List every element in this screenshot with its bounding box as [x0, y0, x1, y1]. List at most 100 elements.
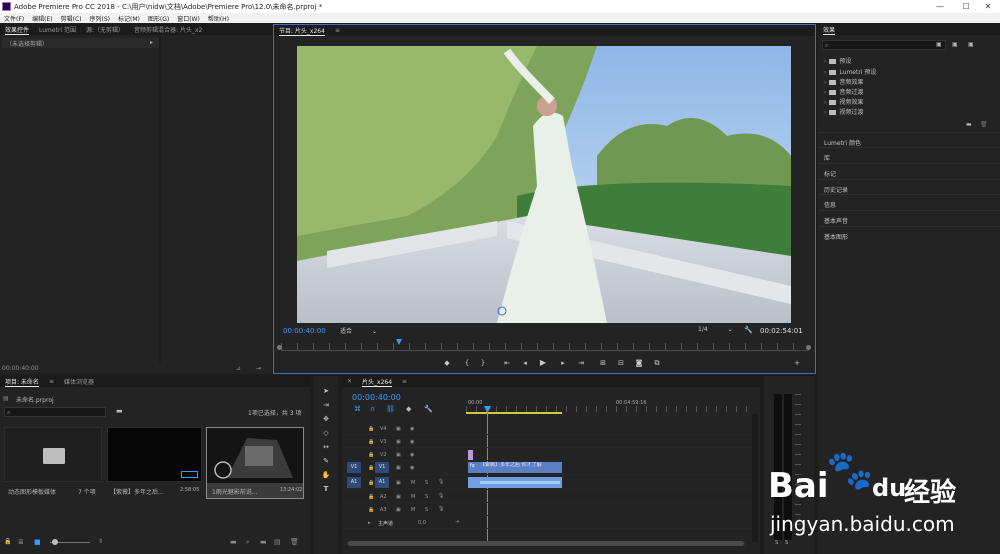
ripple-edit-tool-icon[interactable]: ✥ — [321, 414, 331, 424]
effects-title[interactable]: 效果 — [818, 25, 840, 34]
lock-icon[interactable]: 🔒 — [368, 439, 374, 445]
lock-icon[interactable]: 🔒 — [368, 480, 374, 486]
timeline-timecode[interactable]: 00:00:40:00 — [352, 393, 401, 402]
32bit-effects-icon[interactable]: ▣ — [952, 41, 958, 48]
section-markers[interactable]: 标记 — [818, 163, 1000, 178]
mark-in-icon[interactable]: { — [462, 358, 472, 368]
lock-icon[interactable]: 🔒 — [368, 452, 374, 458]
timeline-scroll-thumb[interactable] — [348, 541, 744, 546]
mark-out-icon[interactable]: } — [478, 358, 488, 368]
menu-help[interactable]: 帮助(H) — [208, 14, 229, 23]
section-lumetri-color[interactable]: Lumetri 颜色 — [818, 132, 1000, 147]
tab-project[interactable]: 项目: 未命名 — [0, 377, 44, 386]
step-back-icon[interactable]: ◂ — [520, 358, 530, 368]
type-tool-icon[interactable]: T — [321, 484, 331, 494]
program-timecode[interactable]: 00:00:40:00 — [283, 327, 326, 335]
scrub-end-handle[interactable] — [806, 345, 811, 350]
master-lock-icon[interactable]: ▸ — [368, 520, 371, 526]
minimize-button[interactable]: — — [928, 0, 952, 13]
program-scrub-bar[interactable] — [281, 343, 809, 351]
lock-icon[interactable]: 🔒 — [368, 494, 374, 500]
track-v3[interactable] — [342, 435, 752, 448]
microphone-icon[interactable]: 🎙 — [438, 479, 444, 485]
sync-lock-icon[interactable]: ▣ — [396, 507, 401, 513]
sync-lock-icon[interactable]: ▣ — [396, 494, 401, 500]
track-a3[interactable] — [342, 503, 752, 516]
clear-icon[interactable]: 🗑 — [290, 538, 299, 546]
project-menu-icon[interactable]: ≡ — [44, 378, 59, 385]
solo-button-a3[interactable]: S — [425, 507, 428, 513]
eye-icon[interactable]: ◉ — [410, 439, 414, 445]
add-button-icon[interactable]: + — [792, 358, 802, 368]
project-item-clip-1[interactable] — [107, 427, 202, 482]
project-search-input[interactable]: ⌕ — [4, 407, 106, 417]
track-v2[interactable] — [342, 448, 752, 461]
source-patch-a1[interactable]: A1 — [347, 477, 361, 488]
eye-icon[interactable]: ◉ — [410, 452, 414, 458]
mute-button-a1[interactable]: M — [411, 480, 415, 486]
v2-clip-stub[interactable] — [468, 450, 473, 460]
track-select-tool-icon[interactable]: ⇥ — [321, 400, 331, 410]
track-v4[interactable] — [342, 422, 752, 435]
automate-to-sequence-icon[interactable]: ▬ — [230, 538, 237, 546]
timeline-menu-icon[interactable]: ≡ — [397, 378, 412, 385]
lift-icon[interactable]: ⊞ — [598, 358, 608, 368]
tab-effect-controls[interactable]: 效果控件 — [0, 25, 34, 34]
solo-right-button[interactable]: S — [785, 540, 788, 546]
menu-clip[interactable]: 剪辑(C) — [61, 14, 82, 23]
sync-lock-icon[interactable]: ▣ — [396, 439, 401, 445]
track-master[interactable] — [342, 516, 752, 529]
sync-lock-icon[interactable]: ▣ — [396, 465, 401, 471]
a1-clip[interactable] — [468, 477, 562, 488]
filter-icon[interactable]: ⊿ — [236, 365, 241, 372]
mute-button-a3[interactable]: M — [411, 507, 415, 513]
master-volume[interactable]: 0.0 — [418, 520, 426, 526]
snap-icon[interactable]: ∩ — [370, 405, 375, 413]
resolution-dropdown[interactable]: 1/4 ⌄ — [698, 326, 738, 336]
eye-icon[interactable]: ◉ — [410, 465, 414, 471]
menu-graphics[interactable]: 图形(G) — [148, 14, 169, 23]
delete-icon[interactable]: 🗑 — [980, 121, 988, 128]
slip-tool-icon[interactable]: ↔ — [321, 442, 331, 452]
wrench-icon[interactable]: 🔧 — [424, 405, 433, 413]
step-forward-icon[interactable]: ▸ — [558, 358, 568, 368]
project-item-bin[interactable] — [4, 427, 102, 482]
solo-button-a1[interactable]: S — [425, 480, 428, 486]
selection-tool-icon[interactable]: ➤ — [321, 386, 331, 396]
sync-lock-icon[interactable]: ▣ — [396, 452, 401, 458]
effects-item-lumetri-presets[interactable]: › Lumetri 预设 — [824, 67, 876, 76]
effects-item-audio-effects[interactable]: › 音频效果 — [824, 77, 863, 86]
toggle-output-icon[interactable]: ◉ — [410, 426, 414, 432]
menu-window[interactable]: 窗口(W) — [177, 14, 200, 23]
program-title[interactable]: 节目: 片头_x264 — [274, 26, 330, 35]
tab-media-browser[interactable]: 媒体浏览器 — [59, 377, 99, 386]
export-icon[interactable]: ⇥ — [256, 365, 261, 372]
play-arrow-icon[interactable]: ▸ — [150, 39, 153, 46]
yuv-effects-icon[interactable]: ▣ — [968, 41, 974, 48]
effects-item-video-transitions[interactable]: › 视频过渡 — [824, 107, 863, 116]
go-to-out-icon[interactable]: ⇥ — [576, 358, 586, 368]
source-patch-v1[interactable]: V1 — [347, 462, 361, 473]
play-icon[interactable]: ▶ — [538, 358, 548, 368]
section-info[interactable]: 信息 — [818, 194, 1000, 209]
maximize-button[interactable]: ☐ — [954, 0, 978, 13]
tab-audio-clip-mixer[interactable]: 音频剪辑混合器: 片头_x2 — [129, 25, 207, 34]
scrub-start-handle[interactable] — [277, 345, 282, 350]
section-history[interactable]: 历史记录 — [818, 179, 1000, 194]
section-essential-graphics[interactable]: 基本图形 — [818, 226, 1000, 241]
track-target-a1[interactable]: A1 — [375, 477, 389, 488]
find-icon[interactable]: ⌕ — [246, 538, 250, 547]
new-bin-icon[interactable]: ▬ — [966, 121, 972, 128]
extract-icon[interactable]: ⊟ — [616, 358, 626, 368]
lock-icon[interactable]: 🔒 — [368, 426, 374, 432]
v1-clip[interactable]: fx 【紫薇】多年之后 你才了解 — [468, 462, 562, 473]
new-bin-icon[interactable]: ▬ — [260, 538, 267, 546]
compare-icon[interactable]: ⧉ — [652, 358, 662, 368]
razor-tool-icon[interactable]: ◇ — [321, 428, 331, 438]
fit-dropdown[interactable]: 适合 ⌄ — [340, 326, 382, 336]
tab-lumetri-scopes[interactable]: Lumetri 范围 — [34, 25, 81, 34]
pen-tool-icon[interactable]: ✎ — [321, 456, 331, 466]
close-tab-icon[interactable]: ✕ — [342, 378, 357, 385]
menu-file[interactable]: 文件(F) — [4, 14, 24, 23]
list-view-icon[interactable]: ≣ — [18, 538, 24, 546]
